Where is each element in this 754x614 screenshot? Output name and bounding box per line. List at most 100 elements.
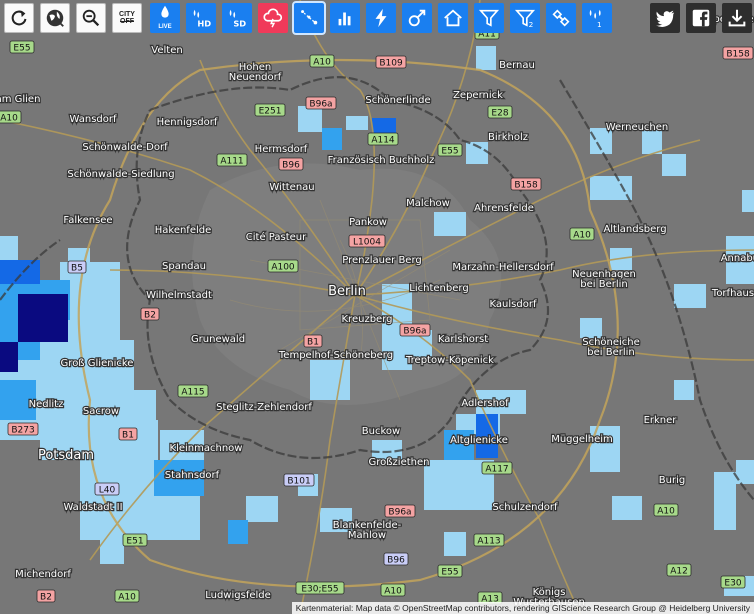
svg-text:B96a: B96a bbox=[309, 100, 332, 110]
lightning-icon bbox=[375, 8, 387, 28]
place-label: Mahlow bbox=[348, 530, 386, 541]
svg-text:E251: E251 bbox=[259, 107, 282, 117]
place-label: Steglitz-Zehlendorf bbox=[216, 402, 312, 413]
refresh-button[interactable] bbox=[4, 3, 34, 33]
place-label: Berlin bbox=[328, 284, 366, 299]
svg-text:B96a: B96a bbox=[388, 508, 411, 518]
city-toggle-button[interactable]: CITY OFF bbox=[112, 3, 142, 33]
place-label: Nedlitz bbox=[29, 399, 64, 410]
place-label: Malchow bbox=[406, 198, 450, 209]
svg-text:A113: A113 bbox=[477, 537, 500, 547]
svg-text:A10: A10 bbox=[313, 58, 331, 68]
svg-text:A10: A10 bbox=[573, 231, 591, 241]
filter-2-button[interactable]: 2 bbox=[510, 3, 540, 33]
place-label: Cité Pasteur bbox=[246, 231, 307, 243]
road-shield-e30-e55: E30;E55 bbox=[295, 581, 345, 595]
place-label: Velten bbox=[151, 45, 182, 56]
place-label: bei Berlin bbox=[587, 347, 634, 358]
trajectory-button[interactable] bbox=[292, 1, 326, 35]
place-label: Französisch Buchholz bbox=[328, 155, 435, 166]
globe-button[interactable] bbox=[40, 3, 70, 33]
svg-text:E51: E51 bbox=[126, 537, 143, 547]
place-label: Ludwigsfelde bbox=[205, 590, 271, 601]
rain-1-icon: 1 bbox=[589, 9, 602, 29]
road-shield-b101: B101 bbox=[283, 473, 315, 487]
road-shield-b96a: B96a bbox=[305, 96, 337, 110]
city-off-label: OFF bbox=[120, 18, 134, 25]
rain-1-button[interactable]: 1 bbox=[582, 3, 612, 33]
filter-2-icon: 2 bbox=[514, 9, 536, 29]
place-label: Werneuchen bbox=[606, 122, 669, 133]
place-label: Grunewald bbox=[191, 334, 245, 345]
place-label: Zepernick bbox=[453, 90, 503, 101]
place-label: Spandau bbox=[162, 261, 206, 272]
filter-button[interactable] bbox=[474, 3, 504, 33]
road-shield-a115: A115 bbox=[177, 384, 209, 398]
svg-text:E55: E55 bbox=[441, 568, 458, 578]
road-shield-b96a: B96a bbox=[384, 504, 416, 518]
hd-button[interactable]: HD bbox=[186, 3, 216, 33]
facebook-button[interactable] bbox=[686, 3, 716, 33]
city-label: CITY bbox=[119, 11, 135, 18]
home-icon bbox=[444, 9, 462, 27]
zoom-out-icon bbox=[82, 9, 100, 27]
svg-text:E28: E28 bbox=[491, 109, 508, 119]
sd-button[interactable]: SD bbox=[222, 3, 252, 33]
compass-button[interactable] bbox=[402, 3, 432, 33]
road-shield-b109: B109 bbox=[375, 55, 407, 69]
svg-text:B96a: B96a bbox=[403, 327, 426, 337]
home-button[interactable] bbox=[438, 3, 468, 33]
lightning-button[interactable] bbox=[366, 3, 396, 33]
road-shield-e28: E28 bbox=[487, 105, 513, 119]
place-label: Wansdorf bbox=[69, 114, 117, 125]
svg-text:A10: A10 bbox=[384, 587, 402, 597]
svg-text:L40: L40 bbox=[99, 486, 116, 496]
sd-icon: SD bbox=[229, 9, 246, 28]
road-shield-a114: A114 bbox=[367, 132, 399, 146]
satellite-button[interactable] bbox=[546, 3, 576, 33]
place-label: Burig bbox=[659, 475, 685, 486]
place-label: Schönerlinde bbox=[365, 95, 430, 106]
zoom-out-button[interactable] bbox=[76, 3, 106, 33]
svg-text:B158: B158 bbox=[726, 50, 750, 60]
place-label: Hermsdorf bbox=[255, 144, 308, 155]
svg-text:E30: E30 bbox=[724, 579, 741, 589]
road-shield-b2: B2 bbox=[140, 307, 160, 321]
storm-cloud-button[interactable] bbox=[258, 3, 288, 33]
road-shield-b273: B273 bbox=[7, 422, 39, 436]
place-label: Wittenau bbox=[269, 182, 314, 193]
road-shield-e251: E251 bbox=[254, 103, 286, 117]
place-label: Birkholz bbox=[488, 132, 528, 143]
road-shield-b96: B96 bbox=[383, 552, 409, 566]
place-label: Michendorf bbox=[15, 569, 71, 580]
place-label: Karlshorst bbox=[438, 334, 488, 345]
svg-text:2: 2 bbox=[529, 20, 534, 29]
map-canvas[interactable]: E55A10 B109A11B158A10E251B96aA114E28A111 B… bbox=[0, 0, 754, 614]
road-shield-b96a: B96a bbox=[399, 323, 431, 337]
download-button[interactable] bbox=[722, 3, 752, 33]
place-label: Torfhaus bbox=[711, 288, 754, 299]
place-label: Altlandsberg bbox=[603, 224, 666, 235]
road-shield-a10: A10 bbox=[380, 583, 406, 597]
place-label: Kreuzberg bbox=[342, 314, 393, 325]
filter-icon bbox=[478, 9, 500, 27]
place-label: Wilhelmstadt bbox=[146, 290, 212, 301]
live-button[interactable]: LIVE bbox=[150, 3, 180, 33]
place-label: Müggelheim bbox=[551, 434, 613, 445]
svg-text:E30;E55: E30;E55 bbox=[301, 585, 338, 595]
svg-text:A111: A111 bbox=[220, 157, 243, 167]
svg-text:A100: A100 bbox=[271, 263, 295, 273]
svg-text:HD: HD bbox=[197, 18, 211, 28]
live-icon bbox=[161, 5, 169, 18]
road-shield-a10: A10 bbox=[569, 227, 595, 241]
road-shield-a113: A113 bbox=[473, 533, 505, 547]
road-shield-a111: A111 bbox=[216, 153, 248, 167]
refresh-icon bbox=[11, 10, 27, 26]
svg-text:B1: B1 bbox=[122, 431, 134, 441]
svg-text:B101: B101 bbox=[287, 477, 310, 487]
twitter-button[interactable] bbox=[650, 3, 680, 33]
rain-bars-button[interactable] bbox=[330, 3, 360, 33]
road-shield-a12: A12 bbox=[666, 563, 692, 577]
twitter-icon bbox=[655, 10, 675, 27]
place-label: Neuendorf bbox=[229, 72, 282, 83]
